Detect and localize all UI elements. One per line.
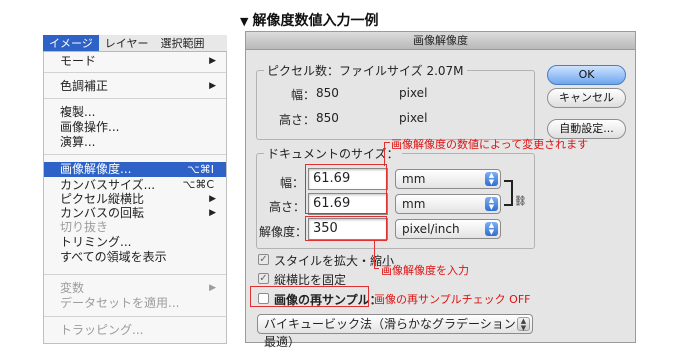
submenu-arrow-icon: ▶ <box>209 208 216 218</box>
constrain-checkbox[interactable]: ✓ <box>258 273 269 284</box>
menu-item-crop: 切り抜き <box>60 220 109 234</box>
menu-item-reveal-all[interactable]: すべての領域を表示 <box>44 250 226 264</box>
doc-height-unit-select[interactable]: mm ▲ ▼ <box>395 194 501 214</box>
constrain-bracket <box>504 180 513 206</box>
pixel-height-value: 850 <box>316 111 339 125</box>
submenu-arrow-icon: ▶ <box>209 81 216 91</box>
pixel-height-label: 高さ： <box>279 113 316 127</box>
menu-separator <box>44 98 226 99</box>
resolution-unit-select[interactable]: pixel/inch ▲ ▼ <box>395 219 501 239</box>
annotation-line <box>384 142 385 166</box>
menubar-item-layer[interactable]: レイヤー <box>99 35 155 51</box>
dialog-title: 画像解像度 <box>246 32 635 50</box>
chain-link-icon: ⛓ <box>514 196 527 207</box>
menu-separator <box>44 154 226 155</box>
menu-item-calculations[interactable]: 演算... <box>44 135 226 149</box>
figure-title: ▼ 解像度数値入力一例 <box>240 10 378 30</box>
doc-width-unit-value: mm <box>402 172 426 186</box>
menu-item-variables: 変数 ▶ <box>44 281 226 295</box>
doc-height-unit-value: mm <box>402 197 426 211</box>
menu-item-rotate-canvas[interactable]: カンバスの回転 ▶ <box>44 206 226 220</box>
stepper-icon: ▲ ▼ <box>485 222 498 236</box>
menu-item-label: 画像解像度... <box>60 162 132 176</box>
menu-item-canvas-size[interactable]: カンバスサイズ... ⌥⌘C <box>44 178 226 192</box>
menubar-item-image[interactable]: イメージ <box>43 35 99 51</box>
menu-item-apply-data-set: データセットを適用... <box>60 296 180 310</box>
menu-item-label: 色調補正 <box>60 79 109 93</box>
menu-item-label: 変数 <box>60 281 85 295</box>
resolution-label: 解像度： <box>259 225 308 239</box>
menu-separator <box>44 274 226 275</box>
resolution-annotation: 画像解像度を入力 <box>381 264 469 277</box>
figure-title-text: 解像度数値入力一例 <box>252 13 379 29</box>
resample-method-select[interactable]: バイキュービック法（滑らかなグラデーションに最適） ▲ ▼ <box>257 314 533 349</box>
menubar: イメージ レイヤー 選択範囲 <box>43 35 227 52</box>
submenu-arrow-icon: ▶ <box>209 56 216 66</box>
doc-size-highlight <box>305 164 387 214</box>
menu-item-image-size[interactable]: 画像解像度... ⌥⌘I <box>44 162 226 177</box>
image-menu: モード ▶ 色調補正 ▶ 複製... 画像操作... 演算... 画像解像度... ⌥… <box>43 52 227 344</box>
menu-item-label: モード <box>60 54 97 68</box>
resample-method-value: バイキュービック法（滑らかなグラデーションに最適） <box>264 317 528 349</box>
document-size-legend: ドキュメントのサイズ： <box>264 145 402 162</box>
pixel-dimensions-legend: ピクセル数：ファイルサイズ 2.07M <box>264 62 467 79</box>
submenu-arrow-icon: ▶ <box>209 194 216 204</box>
pixel-width-unit: pixel <box>399 86 428 100</box>
cancel-button[interactable]: キャンセル <box>547 88 626 108</box>
pixel-width-label: 幅： <box>291 88 316 102</box>
submenu-arrow-icon: ▶ <box>209 283 216 293</box>
menu-item-label: カンバスの回転 <box>60 206 145 220</box>
menu-item-trap: トラッピング... <box>60 323 144 337</box>
doc-width-unit-select[interactable]: mm ▲ ▼ <box>395 169 501 189</box>
pixel-width-value: 850 <box>316 86 339 100</box>
stepper-icon: ▲ ▼ <box>485 172 498 186</box>
menubar-item-select[interactable]: 選択範囲 <box>154 35 210 51</box>
annotation-line <box>374 241 375 268</box>
menu-separator <box>44 72 226 73</box>
ok-button[interactable]: OK <box>547 65 626 85</box>
menu-separator <box>44 316 226 317</box>
triangle-down-icon: ▼ <box>240 15 249 28</box>
scale-styles-label: スタイルを拡大・縮小 <box>274 254 395 268</box>
pixel-height-unit: pixel <box>399 111 428 125</box>
resample-annotation: 画像の再サンプルチェック OFF <box>374 293 531 306</box>
doc-height-label: 高さ： <box>269 200 306 214</box>
menu-item-shortcut: ⌥⌘C <box>182 178 214 191</box>
menu-item-duplicate[interactable]: 複製... <box>44 105 226 119</box>
resolution-unit-value: pixel/inch <box>402 222 460 236</box>
menu-item-shortcut: ⌥⌘I <box>187 163 214 176</box>
menu-item-pixel-aspect[interactable]: ピクセル縦横比 ▶ <box>44 192 226 206</box>
doc-size-annotation: 画像解像度の数値によって変更されます <box>391 138 589 151</box>
annotation-line <box>374 268 379 269</box>
stepper-icon: ▲ ▼ <box>485 197 498 211</box>
menu-item-adjustments[interactable]: 色調補正 ▶ <box>44 79 226 93</box>
resample-highlight <box>250 286 369 307</box>
menu-item-label: ピクセル縦横比 <box>60 192 145 206</box>
menu-item-mode[interactable]: モード ▶ <box>44 54 226 68</box>
doc-width-label: 幅： <box>280 176 305 190</box>
pixel-dimensions-group <box>256 70 535 140</box>
annotation-line <box>384 142 390 143</box>
scale-styles-checkbox[interactable]: ✓ <box>258 254 269 265</box>
resolution-highlight <box>305 216 387 241</box>
menu-item-trim[interactable]: トリミング... <box>44 235 226 249</box>
stepper-icon: ▲ ▼ <box>517 317 530 332</box>
menu-item-apply-image[interactable]: 画像操作... <box>44 120 226 134</box>
menu-item-label: カンバスサイズ... <box>60 178 156 192</box>
